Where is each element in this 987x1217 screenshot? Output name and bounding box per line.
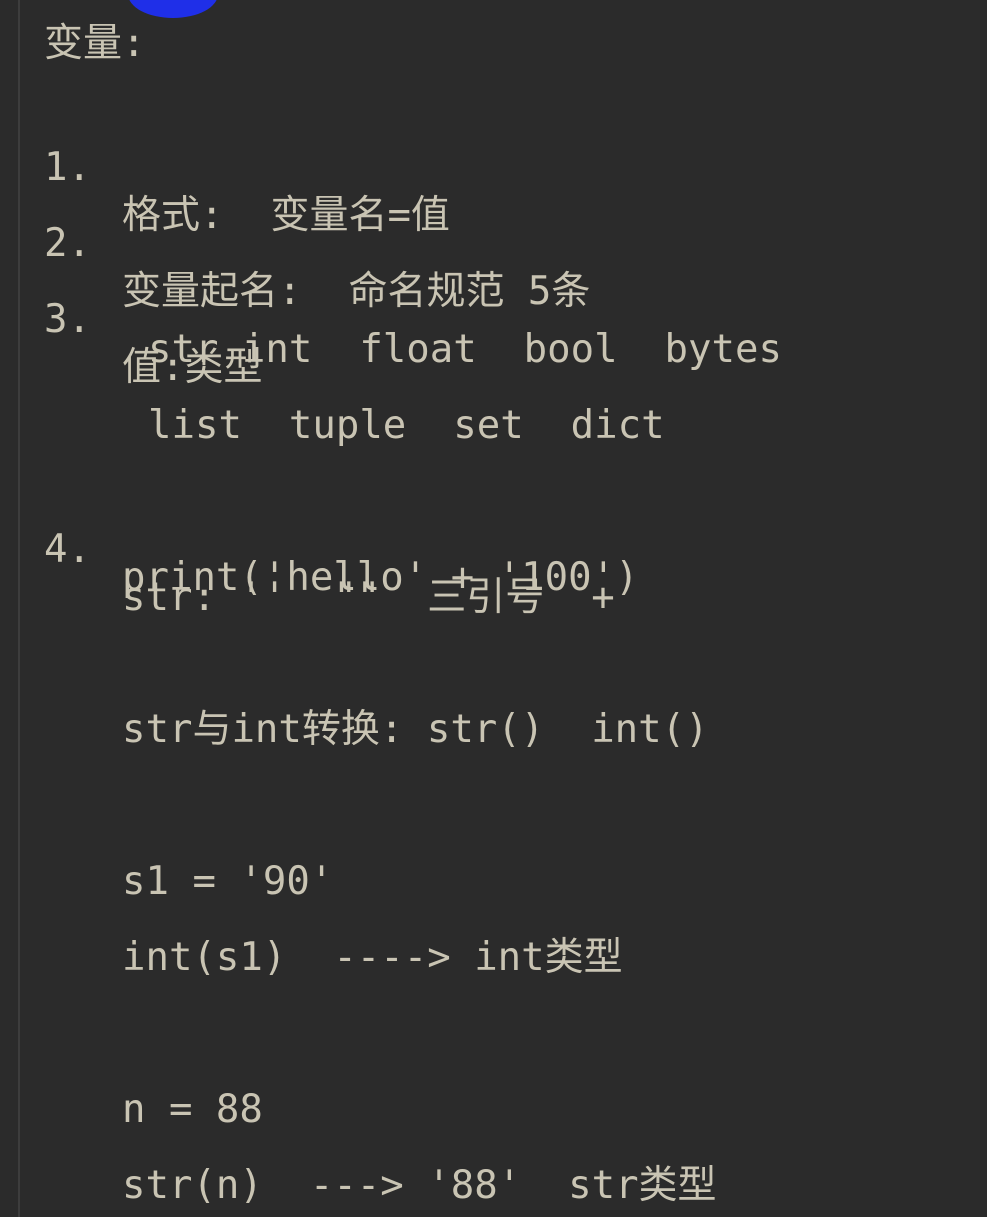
code-convert-line: str与int转换: str() int() [122, 707, 709, 752]
types-line-2: list tuple set dict [148, 403, 665, 448]
heading-variables: 变量: [44, 21, 146, 66]
code-s1-convert: int(s1) ----> int类型 [122, 935, 623, 980]
list-item-value-types: 3. 值:类型 [0, 248, 987, 390]
code-n-assign: n = 88 [122, 1087, 263, 1132]
text-editor-area[interactable]: 变量: 1. 格式: 变量名=值 2. 变量起名: 命名规范 5条 3. 值:类… [0, 0, 987, 1217]
list-number: 3. [44, 297, 91, 342]
list-item-str: 4. str: '' "" 三引号 + [0, 478, 987, 620]
code-s1-assign: s1 = '90' [122, 859, 334, 904]
list-number: 4. [44, 527, 91, 572]
code-print-line: print('hello' + '100') [122, 555, 639, 600]
list-item-naming: 2. 变量起名: 命名规范 5条 [0, 172, 987, 314]
list-item-format: 1. 格式: 变量名=值 [0, 96, 987, 238]
types-line-1: str int float bool bytes [148, 327, 782, 372]
code-n-convert: str(n) ---> '88' str类型 [122, 1163, 717, 1208]
